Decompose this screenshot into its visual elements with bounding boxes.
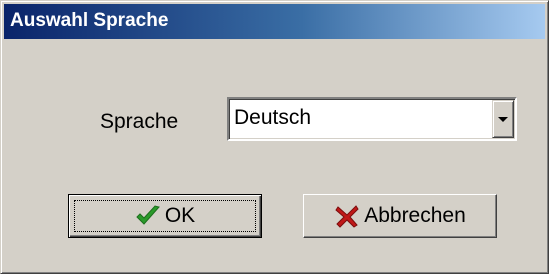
ok-button[interactable]: OK <box>68 194 262 238</box>
cancel-button-label: Abbrechen <box>364 204 466 227</box>
checkmark-icon <box>136 205 160 225</box>
language-dropdown[interactable]: Deutsch <box>227 97 517 141</box>
language-selected-value: Deutsch <box>234 106 312 129</box>
ok-button-label: OK <box>164 204 196 227</box>
title-bar[interactable]: Auswahl Sprache <box>4 4 545 39</box>
dialog-window: Auswahl Sprache Sprache Deutsch OK Abbre… <box>0 0 549 274</box>
dropdown-arrow-button[interactable] <box>492 100 514 138</box>
window-title: Auswahl Sprache <box>10 10 169 31</box>
x-icon <box>335 205 359 228</box>
cancel-button[interactable]: Abbrechen <box>303 194 497 238</box>
language-label: Sprache <box>100 110 179 133</box>
chevron-down-icon <box>498 117 508 122</box>
